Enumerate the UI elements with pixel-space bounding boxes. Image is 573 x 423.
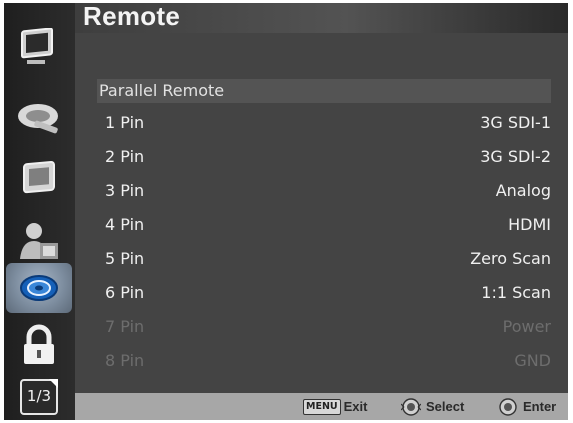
pin-label: 1 Pin <box>105 113 145 132</box>
page-indicator-label: 1/3 <box>26 387 52 405</box>
page-indicator-badge: 1/3 <box>20 379 58 415</box>
pin-row-7: 7 Pin Power <box>105 317 551 341</box>
sidebar-item-display[interactable] <box>12 155 66 205</box>
pin-label: 7 Pin <box>105 317 145 336</box>
page-title: Remote <box>83 3 181 31</box>
pin-label: 2 Pin <box>105 147 145 166</box>
pin-value: 3G SDI-2 <box>480 147 551 166</box>
pin-label: 4 Pin <box>105 215 145 234</box>
pin-value: 3G SDI-1 <box>480 113 551 132</box>
pin-label: 5 Pin <box>105 249 145 268</box>
remote-disc-icon <box>20 275 58 301</box>
pin-row-2[interactable]: 2 Pin 3G SDI-2 <box>105 147 551 171</box>
dial-press-icon <box>499 397 517 416</box>
pin-value: Power <box>502 317 551 336</box>
osd-window: 1/3 Remote Parallel Remote 1 Pin 3G SDI-… <box>4 3 568 420</box>
sidebar-item-setup[interactable] <box>12 216 66 266</box>
sidebar-item-picture[interactable] <box>12 23 66 73</box>
select-hint[interactable]: Select <box>401 393 464 420</box>
user-settings-icon <box>20 223 58 259</box>
enter-label: Enter <box>523 399 557 414</box>
pin-label: 6 Pin <box>105 283 145 302</box>
pin-label: 3 Pin <box>105 181 145 200</box>
pin-value: Analog <box>495 181 551 200</box>
pin-value: HDMI <box>508 215 551 234</box>
monitor-icon <box>21 28 53 64</box>
sidebar-item-lock[interactable] <box>12 321 66 371</box>
pin-label: 8 Pin <box>105 351 145 370</box>
pin-value: Zero Scan <box>470 249 551 268</box>
sidebar-item-input[interactable] <box>12 93 66 143</box>
section-title: Parallel Remote <box>99 81 225 100</box>
exit-label: Exit <box>343 399 368 414</box>
display-icon <box>23 161 55 194</box>
select-label: Select <box>426 399 465 414</box>
pin-value: GND <box>514 351 551 370</box>
dial-icon <box>401 397 421 416</box>
pin-value: 1:1 Scan <box>481 283 551 302</box>
pin-row-1[interactable]: 1 Pin 3G SDI-1 <box>105 113 551 137</box>
sidebar: 1/3 <box>4 3 75 420</box>
sidebar-page-indicator[interactable]: 1/3 <box>12 377 66 417</box>
pin-row-6[interactable]: 6 Pin 1:1 Scan <box>105 283 551 307</box>
enter-hint[interactable]: Enter <box>498 393 556 420</box>
pin-row-4[interactable]: 4 Pin HDMI <box>105 215 551 239</box>
sidebar-item-remote[interactable] <box>6 263 72 313</box>
menu-key-icon: MENU <box>303 398 341 415</box>
section-header: Parallel Remote <box>97 79 551 103</box>
settings-panel: Parallel Remote 1 Pin 3G SDI-1 2 Pin 3G … <box>75 33 568 393</box>
lock-icon <box>24 324 54 364</box>
pin-row-5[interactable]: 5 Pin Zero Scan <box>105 249 551 273</box>
header-bar: Remote <box>75 3 568 33</box>
exit-hint[interactable]: MENU Exit <box>303 393 367 420</box>
pin-row-3[interactable]: 3 Pin Analog <box>105 181 551 205</box>
pin-row-8: 8 Pin GND <box>105 351 551 375</box>
footer-hint-bar: MENU Exit Select Enter <box>75 393 568 420</box>
satellite-dish-icon <box>18 104 58 134</box>
